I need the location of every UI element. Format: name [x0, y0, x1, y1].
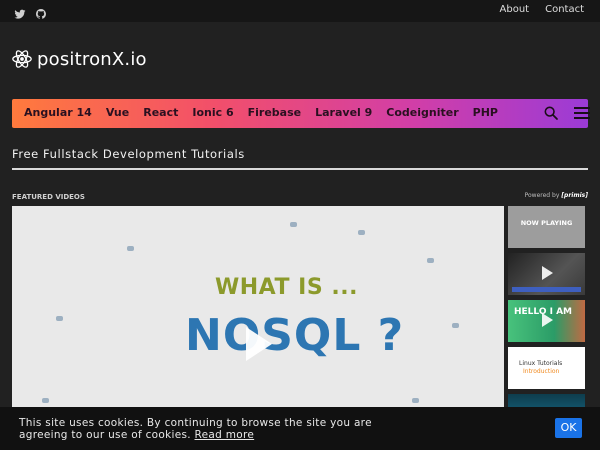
contact-link[interactable]: Contact — [545, 4, 584, 15]
nav-item-vue[interactable]: Vue — [106, 106, 129, 119]
decor-dot — [452, 323, 459, 328]
decor-dot — [427, 258, 434, 263]
twitter-icon[interactable] — [14, 5, 26, 19]
nav-item-firebase[interactable]: Firebase — [248, 106, 301, 119]
video-title-line2: NOSQL ? — [185, 310, 405, 361]
read-more-link[interactable]: Read more — [195, 429, 255, 441]
play-icon — [542, 266, 553, 280]
playlist-item[interactable] — [508, 253, 585, 295]
ok-button[interactable]: OK — [555, 418, 582, 438]
powered-prefix: Powered by — [524, 192, 560, 199]
decor-dot — [412, 398, 419, 403]
playlist-item[interactable]: Linux Tutorials Introduction — [508, 347, 585, 389]
hamburger-icon[interactable] — [574, 107, 590, 119]
nav-item-angular[interactable]: Angular 14 — [24, 106, 92, 119]
decor-dot — [127, 246, 134, 251]
github-icon[interactable] — [35, 5, 47, 19]
main-nav: Angular 14 Vue React Ionic 6 Firebase La… — [12, 99, 590, 128]
play-icon — [542, 313, 553, 327]
site-tagline: Free Fullstack Development Tutorials — [12, 147, 245, 161]
cookie-banner: This site uses cookies. By continuing to… — [0, 407, 600, 450]
thumbnail-subtext: Introduction — [523, 368, 560, 375]
decor-dot — [290, 222, 297, 227]
thumbnail-image — [508, 206, 585, 248]
top-links: About Contact — [500, 4, 584, 15]
nav-item-php[interactable]: PHP — [473, 106, 498, 119]
video-playlist: NOW PLAYING HELLO I AM Linux Tutorials I… — [508, 206, 585, 441]
cookie-message: This site uses cookies. By continuing to… — [19, 417, 419, 441]
decor-dot — [56, 316, 63, 321]
thumbnail-text: Linux Tutorials — [519, 360, 563, 367]
now-playing-label: NOW PLAYING — [520, 219, 573, 227]
play-icon[interactable] — [246, 327, 272, 361]
featured-videos-label: FEATURED VIDEOS — [12, 193, 85, 201]
video-player[interactable]: WHAT IS ... NOSQL ? — [12, 206, 504, 416]
video-title-line1: WHAT IS ... — [215, 275, 358, 300]
top-bar: About Contact — [0, 0, 600, 22]
nav-item-ionic[interactable]: Ionic 6 — [192, 106, 233, 119]
about-link[interactable]: About — [500, 4, 530, 15]
nav-item-laravel[interactable]: Laravel 9 — [315, 106, 372, 119]
logo-text: positronX.io — [37, 48, 147, 70]
powered-by[interactable]: Powered by [primis] — [525, 192, 588, 199]
decor-dot — [42, 398, 49, 403]
nav-items: Angular 14 Vue React Ionic 6 Firebase La… — [24, 106, 498, 119]
divider — [12, 168, 588, 170]
decor-dot — [358, 230, 365, 235]
powered-brand: [primis] — [561, 192, 588, 199]
atom-icon — [12, 50, 32, 68]
playlist-item[interactable]: NOW PLAYING — [508, 206, 585, 248]
thumbnail-caption-bar — [512, 287, 581, 292]
site-logo[interactable]: positronX.io — [11, 48, 147, 70]
nav-item-codeigniter[interactable]: Codeigniter — [386, 106, 458, 119]
social-links — [14, 5, 47, 19]
nav-item-react[interactable]: React — [143, 106, 178, 119]
search-icon[interactable] — [543, 105, 559, 121]
playlist-item[interactable]: HELLO I AM — [508, 300, 585, 342]
